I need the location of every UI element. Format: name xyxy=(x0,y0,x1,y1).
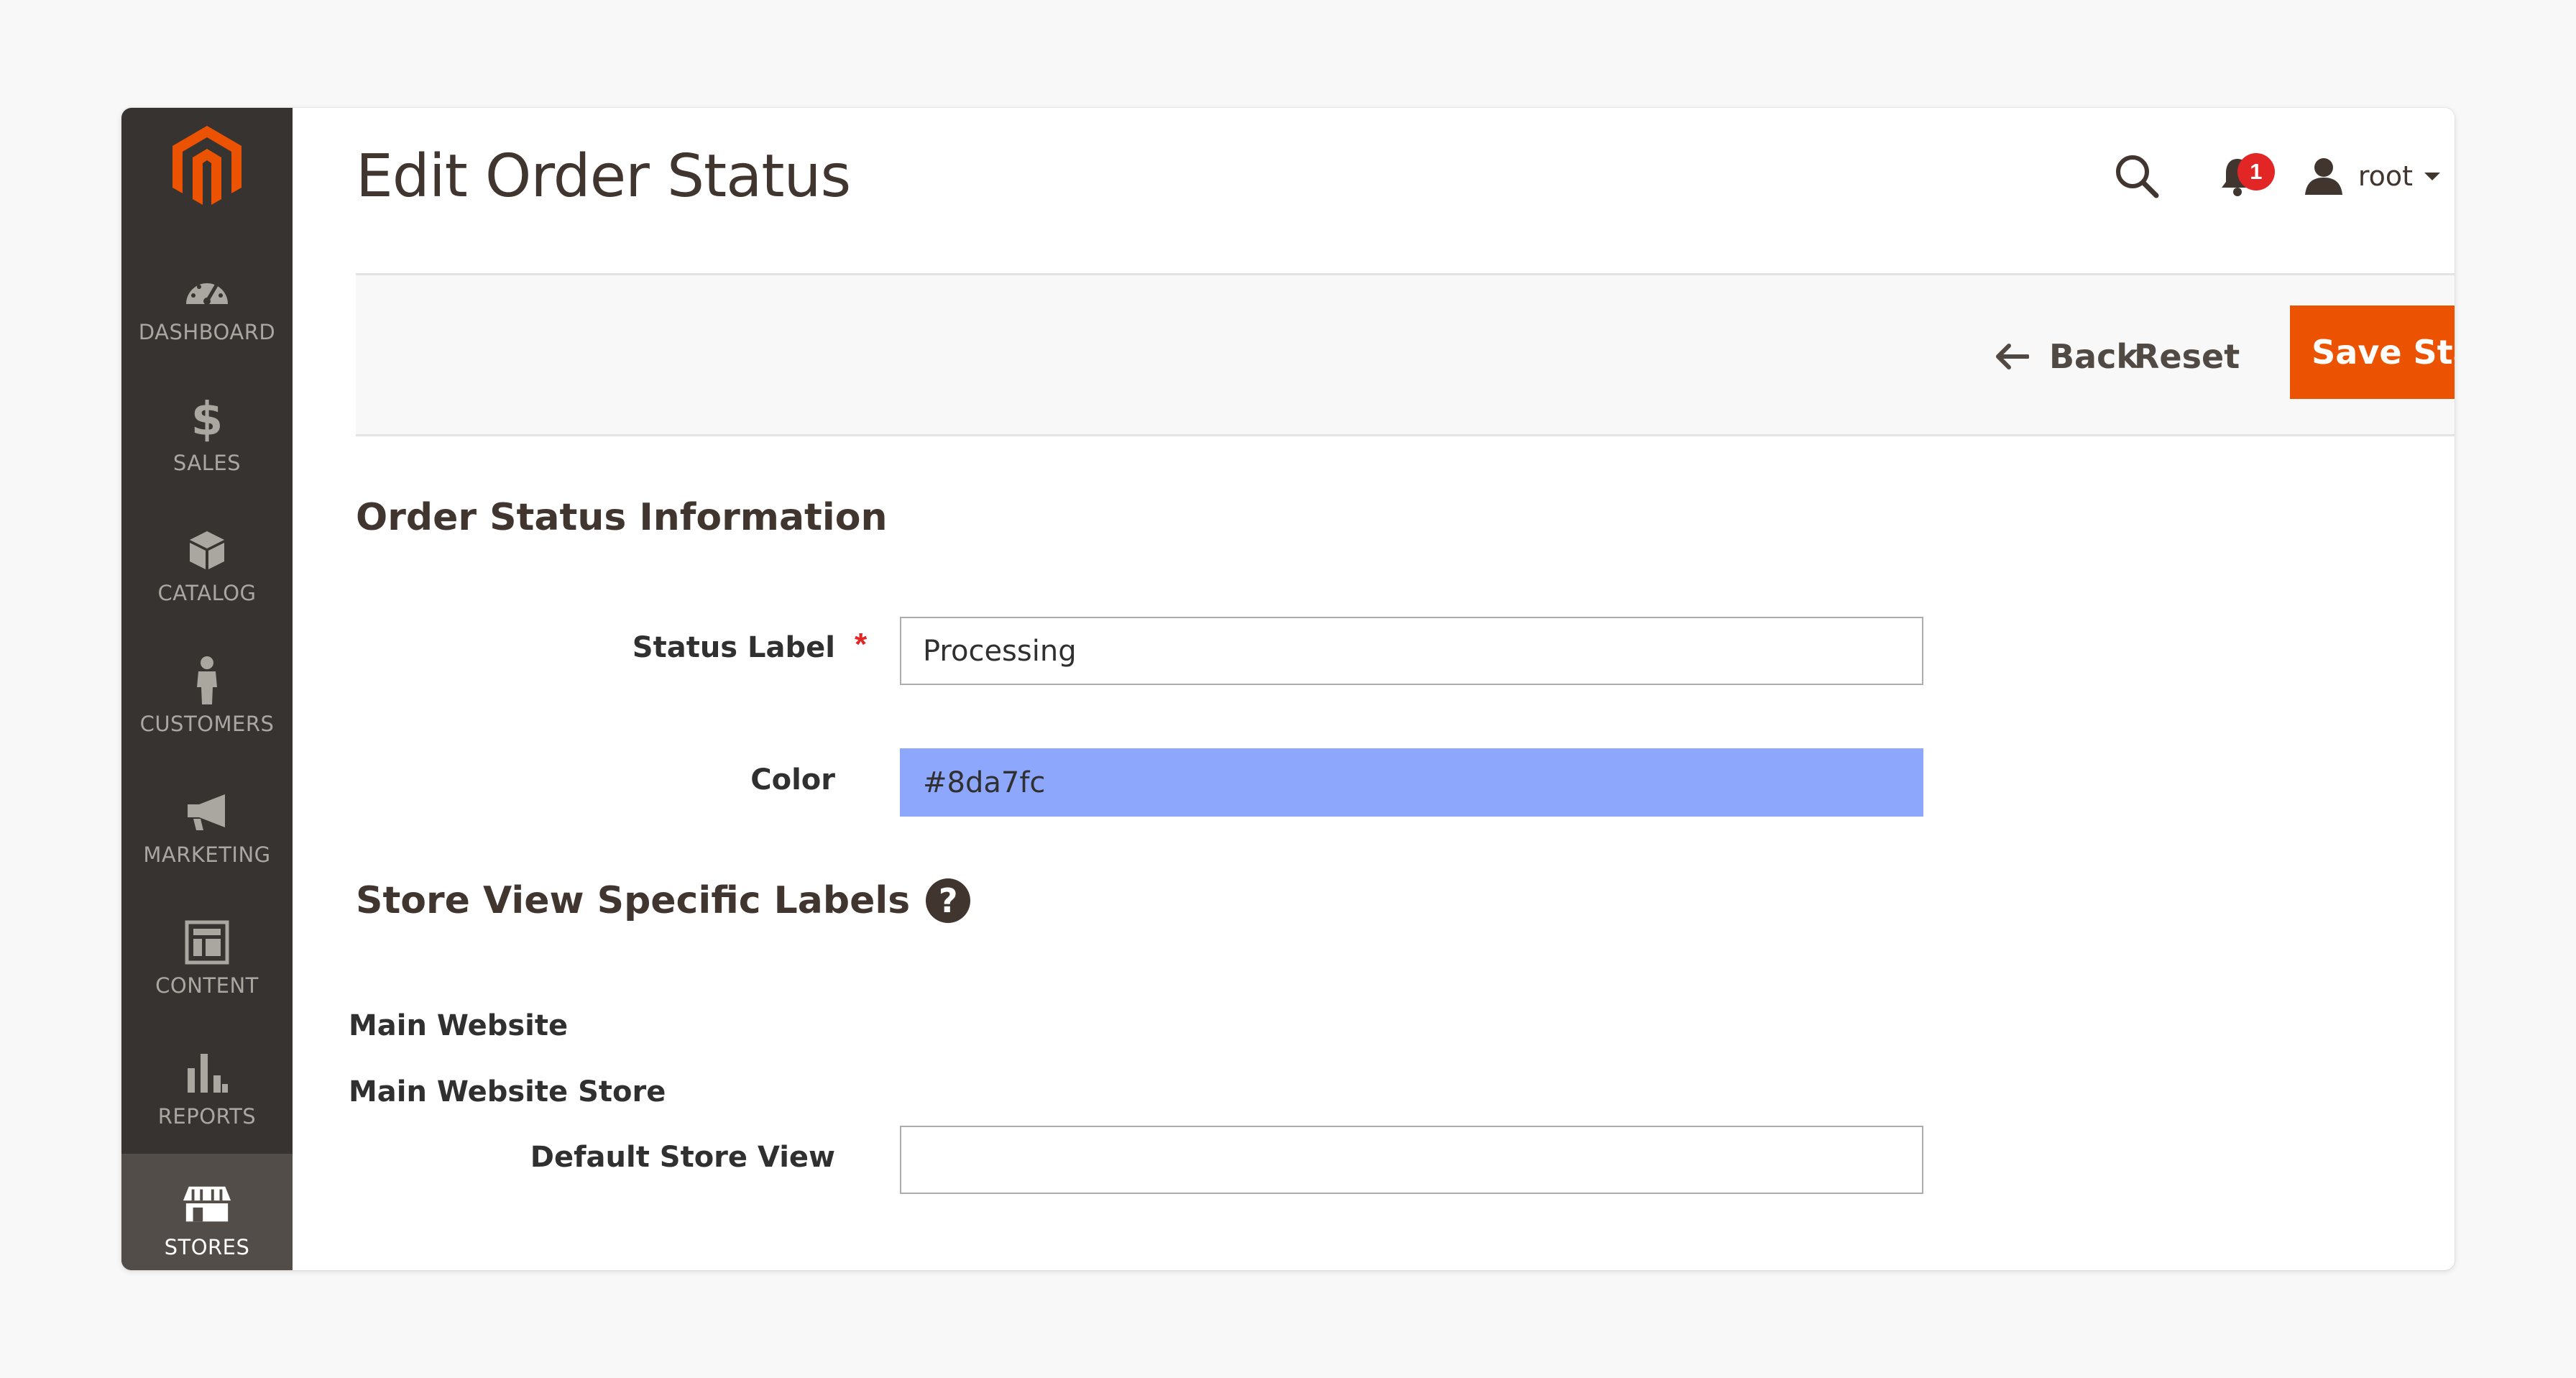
nav-reports[interactable]: REPORTS xyxy=(121,1023,293,1154)
person-icon xyxy=(182,656,232,706)
nav-label: MARKETING xyxy=(143,842,271,867)
order-status-section-title: Order Status Information xyxy=(356,496,887,539)
color-field-label: Color xyxy=(750,763,835,796)
nav-label: DASHBOARD xyxy=(138,320,276,344)
save-status-button[interactable]: Save Status xyxy=(2290,306,2455,399)
store-view-field-label: Default Store View xyxy=(530,1141,835,1174)
bar-chart-icon xyxy=(182,1048,232,1098)
global-search-button[interactable] xyxy=(2108,147,2166,205)
page-title: Edit Order Status xyxy=(356,142,851,211)
website-label: Main Website xyxy=(349,1009,569,1042)
section-title-text: Order Status Information xyxy=(356,496,888,539)
megaphone-icon xyxy=(182,786,232,837)
section-title-text: Store View Specific Labels xyxy=(356,879,911,922)
header-actions: 1 root xyxy=(2108,144,2440,208)
nav-stores[interactable]: STORES xyxy=(121,1154,293,1270)
box-icon xyxy=(182,525,232,575)
back-label: Back xyxy=(2049,337,2138,376)
store-label: Main Website Store xyxy=(349,1075,666,1108)
user-account-menu[interactable]: root xyxy=(2302,156,2440,196)
search-icon xyxy=(2115,155,2159,198)
nav-content[interactable]: CONTENT xyxy=(121,892,293,1023)
admin-window: DASHBOARD $ SALES CATALOG CUSTOMERS MARK… xyxy=(121,108,2455,1270)
user-icon xyxy=(2304,158,2342,195)
nav-marketing[interactable]: MARKETING xyxy=(121,761,293,892)
notifications-button[interactable]: 1 xyxy=(2209,147,2275,205)
magento-logo-icon xyxy=(172,126,242,205)
dollar-icon: $ xyxy=(190,393,224,446)
nav-label: SALES xyxy=(172,451,242,475)
nav-label: CONTENT xyxy=(155,973,259,998)
color-input[interactable] xyxy=(900,748,1923,817)
magento-logo[interactable] xyxy=(121,116,293,217)
back-button[interactable]: Back xyxy=(1995,331,2138,382)
nav-dashboard[interactable]: DASHBOARD xyxy=(121,239,293,369)
caret-down-icon xyxy=(2424,173,2440,180)
reset-button[interactable]: Reset xyxy=(2134,331,2240,382)
nav-label: CUSTOMERS xyxy=(139,712,275,736)
nav-catalog[interactable]: CATALOG xyxy=(121,500,293,630)
dashboard-icon xyxy=(182,264,232,314)
required-asterisk: * xyxy=(855,627,868,662)
status-label-field-label: Status Label xyxy=(632,631,835,664)
username: root xyxy=(2358,160,2413,192)
notification-count-badge: 1 xyxy=(2237,153,2275,190)
nav-label: STORES xyxy=(164,1235,250,1259)
page-actions-bar: Back Reset Save Status xyxy=(356,275,2455,436)
nav-label: CATALOG xyxy=(157,581,257,605)
layout-icon xyxy=(182,917,232,968)
status-label-input[interactable] xyxy=(900,617,1923,685)
nav-label: REPORTS xyxy=(157,1104,257,1129)
nav-customers[interactable]: CUSTOMERS xyxy=(121,630,293,761)
arrow-left-icon xyxy=(1996,344,2029,369)
store-icon xyxy=(182,1179,232,1229)
default-store-view-input[interactable] xyxy=(900,1126,1923,1194)
help-icon[interactable]: ? xyxy=(926,878,971,923)
admin-sidebar: DASHBOARD $ SALES CATALOG CUSTOMERS MARK… xyxy=(121,108,293,1270)
store-labels-section-title: Store View Specific Labels ? xyxy=(356,878,971,923)
nav-sales[interactable]: $ SALES xyxy=(121,369,293,500)
